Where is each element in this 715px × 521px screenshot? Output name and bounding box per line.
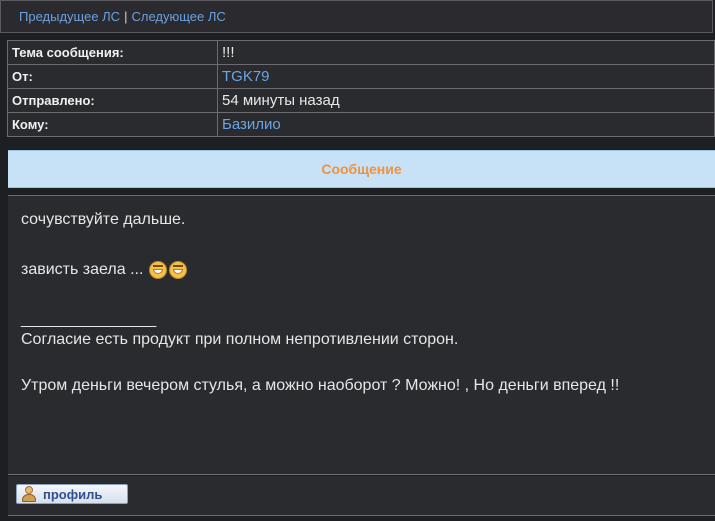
grin-smiley-icon — [169, 261, 188, 279]
message-line-text: зависть заела ... — [21, 261, 144, 278]
subject-row: Тема сообщения: !!! — [7, 40, 715, 65]
previous-pm-link[interactable]: Предыдущее ЛС — [19, 9, 120, 24]
nav-separator: | — [124, 9, 128, 24]
profile-button-label: профиль — [43, 486, 103, 502]
subject-value: !!! — [217, 40, 715, 65]
signature-line: Согласие есть продукт при полном непроти… — [21, 331, 459, 348]
pm-navigation-bar: Предыдущее ЛС | Следующее ЛС — [0, 0, 713, 33]
user-profile-icon — [21, 486, 37, 502]
sent-label: Отправлено: — [7, 88, 218, 113]
message-body: сочувствуйте дальше. зависть заела ... _… — [8, 195, 715, 475]
message-banner: Сообщение — [8, 150, 715, 188]
from-cell: TGK79 — [217, 64, 715, 89]
next-pm-link[interactable]: Следующее ЛС — [131, 9, 225, 24]
message-line-with-smileys: зависть заела ... — [21, 258, 702, 282]
message-actions-bar: профиль — [8, 476, 715, 516]
signature-line: Утром деньги вечером стулья, а можно нао… — [21, 377, 620, 394]
message-line: сочувствуйте дальше. — [21, 211, 186, 228]
pm-view: Предыдущее ЛС | Следующее ЛС Тема сообще… — [0, 0, 715, 521]
from-row: От: TGK79 — [7, 64, 715, 89]
recipient-link[interactable]: Базилио — [222, 116, 281, 133]
subject-label: Тема сообщения: — [7, 40, 218, 65]
message-header-table: Тема сообщения: !!! От: TGK79 Отправлено… — [7, 40, 715, 137]
to-cell: Базилио — [217, 112, 715, 137]
sent-row: Отправлено: 54 минуты назад — [7, 88, 715, 113]
sent-value: 54 минуты назад — [217, 88, 715, 113]
grin-smiley-icon — [149, 261, 168, 279]
to-label: Кому: — [7, 112, 218, 137]
sender-link[interactable]: TGK79 — [222, 68, 270, 85]
profile-button[interactable]: профиль — [16, 484, 128, 504]
to-row: Кому: Базилио — [7, 112, 715, 137]
from-label: От: — [7, 64, 218, 89]
